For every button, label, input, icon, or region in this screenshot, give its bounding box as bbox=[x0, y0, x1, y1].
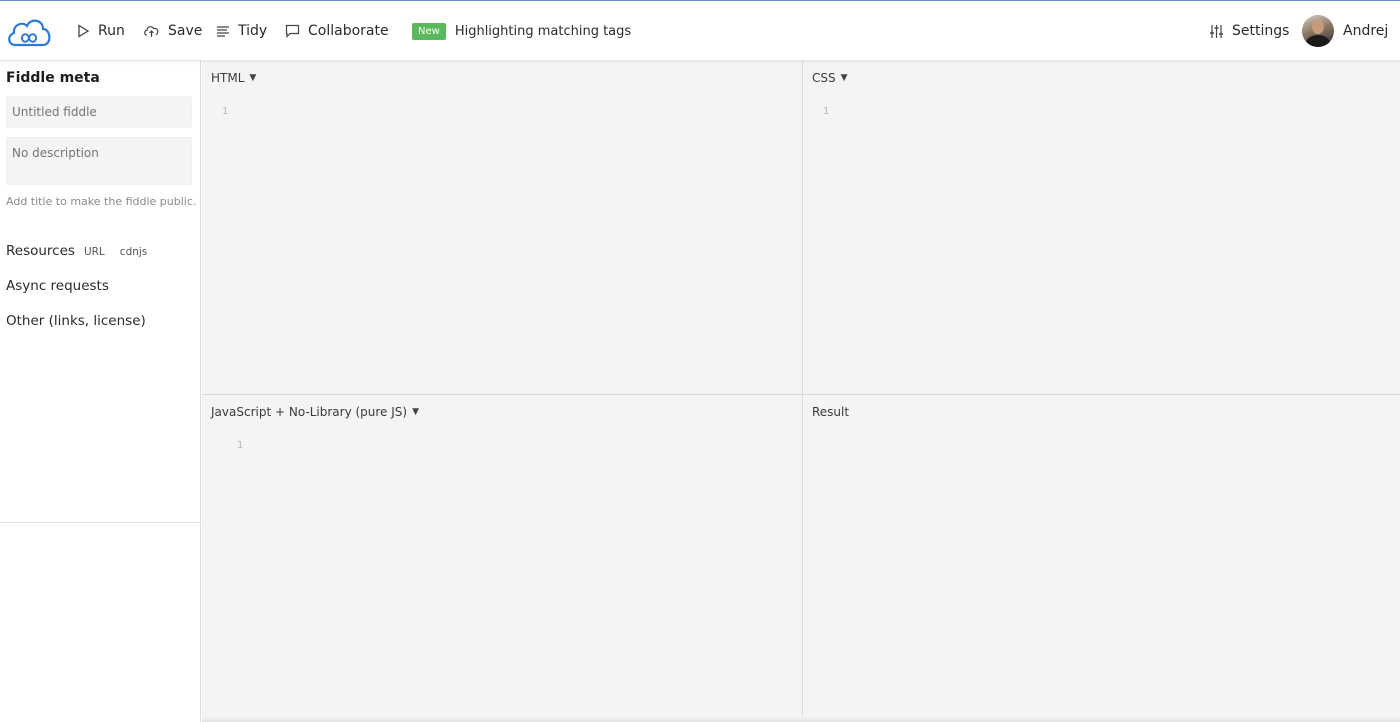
sidebar-divider bbox=[0, 522, 201, 523]
resources-section[interactable]: Resources URL cdnjs bbox=[6, 243, 147, 259]
caret-down-icon: ▼ bbox=[412, 407, 420, 417]
js-panel-label: JavaScript + No-Library (pure JS) bbox=[211, 405, 408, 419]
result-panel[interactable]: Result bbox=[803, 395, 1400, 722]
resources-url-link[interactable]: URL bbox=[84, 246, 105, 258]
fiddle-title-input[interactable] bbox=[6, 96, 192, 128]
resources-cdnjs-link[interactable]: cdnjs bbox=[120, 246, 147, 258]
sliders-icon bbox=[1209, 24, 1224, 39]
html-panel-header[interactable]: HTML ▼ bbox=[211, 71, 256, 85]
css-panel-header[interactable]: CSS ▼ bbox=[812, 71, 848, 85]
caret-down-icon: ▼ bbox=[249, 73, 257, 83]
new-badge: New bbox=[412, 22, 446, 40]
js-panel-header[interactable]: JavaScript + No-Library (pure JS) ▼ bbox=[211, 405, 419, 419]
upload-cloud-icon bbox=[143, 24, 160, 38]
tidy-button[interactable]: Tidy bbox=[216, 1, 267, 61]
save-button[interactable]: Save bbox=[143, 1, 202, 61]
css-line-number: 1 bbox=[823, 106, 830, 117]
vertical-splitter[interactable] bbox=[802, 61, 803, 722]
collaborate-label: Collaborate bbox=[308, 23, 389, 39]
css-panel-label: CSS bbox=[812, 71, 836, 85]
collaborate-button[interactable]: Collaborate bbox=[285, 1, 389, 61]
settings-button[interactable]: Settings bbox=[1209, 1, 1289, 61]
chat-icon bbox=[285, 24, 300, 38]
other-links-license-section[interactable]: Other (links, license) bbox=[6, 313, 146, 329]
js-panel[interactable]: JavaScript + No-Library (pure JS) ▼ 1 bbox=[202, 395, 802, 722]
html-line-number: 1 bbox=[222, 106, 229, 117]
run-button[interactable]: Run bbox=[77, 1, 125, 61]
tidy-lines-icon bbox=[216, 25, 230, 37]
announcement-text: Highlighting matching tags bbox=[454, 23, 632, 39]
user-name: Andrej bbox=[1343, 23, 1389, 39]
result-panel-header: Result bbox=[812, 405, 849, 419]
announcement-link[interactable]: New Highlighting matching tags bbox=[412, 1, 631, 61]
sidebar-title: Fiddle meta bbox=[6, 70, 100, 86]
settings-label: Settings bbox=[1232, 23, 1290, 39]
play-icon bbox=[77, 24, 90, 38]
user-menu[interactable]: Andrej bbox=[1302, 1, 1388, 61]
html-panel-label: HTML bbox=[211, 71, 245, 85]
caret-down-icon: ▼ bbox=[840, 73, 848, 83]
tidy-label: Tidy bbox=[238, 23, 268, 39]
save-label: Save bbox=[168, 23, 203, 39]
sidebar: Fiddle meta Add title to make the fiddle… bbox=[0, 61, 201, 722]
bottom-edge bbox=[202, 716, 1400, 722]
resources-label: Resources bbox=[6, 243, 75, 259]
html-panel[interactable]: HTML ▼ 1 bbox=[202, 61, 802, 394]
logo-cloud-icon[interactable] bbox=[5, 13, 53, 49]
async-requests-section[interactable]: Async requests bbox=[6, 278, 109, 294]
avatar bbox=[1302, 15, 1334, 47]
horizontal-splitter[interactable] bbox=[202, 394, 1400, 395]
top-toolbar: Run Save Tidy Collaborate New Highlighti… bbox=[0, 1, 1400, 61]
result-panel-label: Result bbox=[812, 405, 850, 419]
run-label: Run bbox=[98, 23, 125, 39]
fiddle-description-input[interactable] bbox=[6, 137, 192, 185]
public-hint: Add title to make the fiddle public. bbox=[6, 195, 197, 208]
js-line-number: 1 bbox=[237, 440, 244, 451]
css-panel[interactable]: CSS ▼ 1 bbox=[803, 61, 1400, 394]
